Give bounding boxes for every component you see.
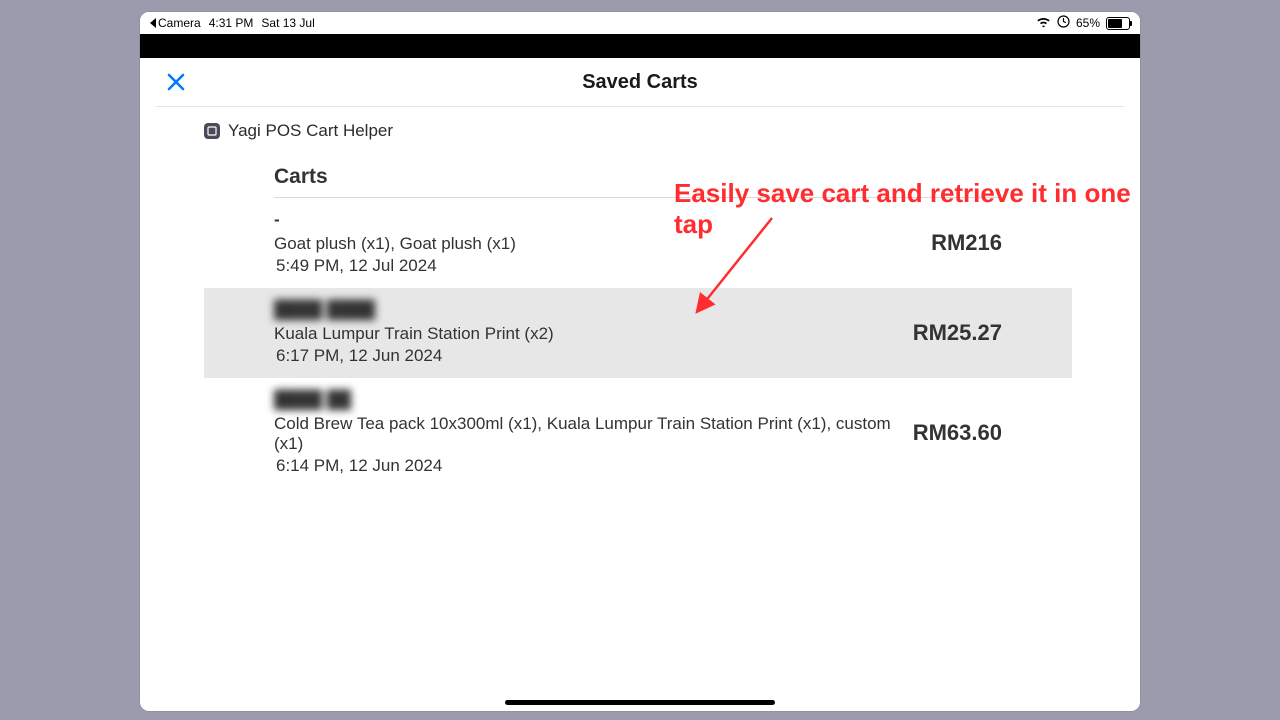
device-frame: Camera 4:31 PM Sat 13 Jul 65% Saved Cart… (140, 12, 1140, 711)
cart-customer: ████ ████ (274, 300, 554, 320)
back-to-app[interactable]: Camera (150, 16, 201, 30)
cart-info: ████ ████ Kuala Lumpur Train Station Prin… (274, 300, 554, 366)
cart-info: - Goat plush (x1), Goat plush (x1)5:49 PM… (274, 210, 516, 276)
modal-title: Saved Carts (582, 71, 698, 94)
cart-items: Goat plush (x1), Goat plush (x1) (274, 234, 516, 254)
battery-icon (1106, 17, 1130, 30)
status-left: Camera 4:31 PM Sat 13 Jul (150, 16, 315, 30)
cart-info: ████ ██ Cold Brew Tea pack 10x300ml (x1),… (274, 390, 913, 476)
cart-time: 6:17 PM, 12 Jun 2024 (276, 346, 554, 366)
back-app-label: Camera (158, 16, 201, 30)
battery-percent: 65% (1076, 16, 1100, 30)
section-title: Carts (274, 165, 1004, 198)
status-bar: Camera 4:31 PM Sat 13 Jul 65% (140, 12, 1140, 34)
cart-price: RM63.60 (913, 420, 1002, 446)
cart-time: 6:14 PM, 12 Jun 2024 (276, 456, 913, 476)
close-button[interactable] (160, 66, 192, 98)
cart-items: Kuala Lumpur Train Station Print (x2) (274, 324, 554, 344)
modal-header: Saved Carts (156, 58, 1124, 107)
status-time: 4:31 PM (209, 16, 254, 30)
status-right: 65% (1036, 15, 1130, 31)
carts-section: Carts - Goat plush (x1), Goat plush (x1)5… (274, 165, 1004, 488)
app-name-label: Yagi POS Cart Helper (228, 121, 393, 141)
cart-row[interactable]: - Goat plush (x1), Goat plush (x1)5:49 PM… (204, 198, 1072, 288)
rotation-lock-icon (1057, 15, 1070, 31)
home-indicator (505, 700, 775, 705)
cart-customer: - (274, 210, 516, 230)
app-name-row: Yagi POS Cart Helper (204, 121, 1076, 141)
cart-items: Cold Brew Tea pack 10x300ml (x1), Kuala … (274, 414, 913, 454)
title-bar-black (140, 34, 1140, 58)
cart-row[interactable]: ████ ████ Kuala Lumpur Train Station Prin… (204, 288, 1072, 378)
cart-price: RM216 (931, 230, 1002, 256)
cart-price: RM25.27 (913, 320, 1002, 346)
status-date: Sat 13 Jul (261, 16, 314, 30)
cart-list: - Goat plush (x1), Goat plush (x1)5:49 PM… (204, 198, 1072, 488)
app-icon (204, 123, 220, 139)
cart-time: 5:49 PM, 12 Jul 2024 (276, 256, 516, 276)
cart-customer: ████ ██ (274, 390, 913, 410)
close-icon (166, 72, 186, 92)
cart-row[interactable]: ████ ██ Cold Brew Tea pack 10x300ml (x1),… (204, 378, 1072, 488)
wifi-icon (1036, 16, 1051, 30)
content-area: Yagi POS Cart Helper Carts - Goat plush (… (140, 107, 1140, 488)
chevron-left-icon (150, 18, 156, 28)
